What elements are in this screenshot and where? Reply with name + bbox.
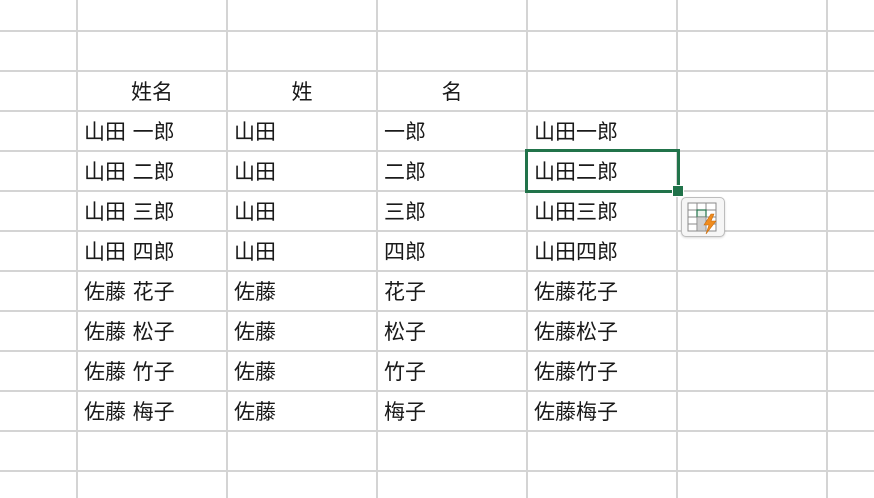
cell-fullname[interactable]: 山田 一郎 (78, 112, 226, 150)
cell-fullname[interactable]: 佐藤 花子 (78, 272, 226, 310)
cell-combined[interactable]: 佐藤花子 (528, 272, 676, 310)
cell-combined[interactable]: 佐藤竹子 (528, 352, 676, 390)
header-cell-fullname[interactable]: 姓名 (78, 72, 226, 110)
cell-surname[interactable]: 山田 (228, 112, 376, 150)
cell-fullname[interactable]: 佐藤 松子 (78, 312, 226, 350)
cell-given-name[interactable]: 一郎 (378, 112, 526, 150)
header-row: 姓名 姓 名 (0, 72, 874, 110)
cell-fullname[interactable]: 佐藤 竹子 (78, 352, 226, 390)
cell-combined[interactable]: 山田一郎 (528, 112, 676, 150)
cell-surname[interactable]: 山田 (228, 192, 376, 230)
cell-combined[interactable]: 山田三郎 (528, 192, 676, 230)
cell-fullname[interactable]: 山田 四郎 (78, 232, 226, 270)
cell-surname[interactable]: 佐藤 (228, 312, 376, 350)
cell-combined[interactable]: 佐藤松子 (528, 312, 676, 350)
cell-surname[interactable]: 佐藤 (228, 272, 376, 310)
row-gridline (0, 430, 874, 432)
header-cell-combined[interactable] (528, 72, 676, 110)
table-row: 佐藤 松子 佐藤 松子 佐藤松子 (0, 312, 874, 350)
cell-fullname[interactable]: 山田 三郎 (78, 192, 226, 230)
header-cell-given-name[interactable]: 名 (378, 72, 526, 110)
table-row: 佐藤 竹子 佐藤 竹子 佐藤竹子 (0, 352, 874, 390)
cell-given-name[interactable]: 竹子 (378, 352, 526, 390)
cell-given-name[interactable]: 花子 (378, 272, 526, 310)
table-row: 佐藤 花子 佐藤 花子 佐藤花子 (0, 272, 874, 310)
table-row: 山田 四郎 山田 四郎 山田四郎 (0, 232, 874, 270)
table-row: 山田 三郎 山田 三郎 山田三郎 (0, 192, 874, 230)
table-row: 佐藤 梅子 佐藤 梅子 佐藤梅子 (0, 392, 874, 430)
header-cell-surname[interactable]: 姓 (228, 72, 376, 110)
cell-surname[interactable]: 佐藤 (228, 352, 376, 390)
table-row: 山田 一郎 山田 一郎 山田一郎 (0, 112, 874, 150)
cell-given-name[interactable]: 三郎 (378, 192, 526, 230)
row-gridline (0, 30, 874, 32)
table-row: 山田 二郎 山田 二郎 山田二郎 (0, 152, 874, 190)
cell-combined-active[interactable]: 山田二郎 (528, 152, 676, 190)
cell-given-name[interactable]: 梅子 (378, 392, 526, 430)
cell-given-name[interactable]: 四郎 (378, 232, 526, 270)
cell-combined[interactable]: 佐藤梅子 (528, 392, 676, 430)
flash-fill-icon (687, 202, 717, 235)
cell-surname[interactable]: 山田 (228, 152, 376, 190)
cell-given-name[interactable]: 松子 (378, 312, 526, 350)
cell-given-name[interactable]: 二郎 (378, 152, 526, 190)
flash-fill-options-button[interactable] (681, 197, 725, 237)
cell-surname[interactable]: 佐藤 (228, 392, 376, 430)
cell-fullname[interactable]: 佐藤 梅子 (78, 392, 226, 430)
cell-combined[interactable]: 山田四郎 (528, 232, 676, 270)
row-gridline (0, 470, 874, 472)
spreadsheet-grid[interactable]: 姓名 姓 名 山田 一郎 山田 一郎 山田一郎 山田 二郎 山田 二郎 山田二郎… (0, 0, 874, 498)
cell-surname[interactable]: 山田 (228, 232, 376, 270)
fill-handle[interactable] (672, 185, 684, 197)
cell-fullname[interactable]: 山田 二郎 (78, 152, 226, 190)
